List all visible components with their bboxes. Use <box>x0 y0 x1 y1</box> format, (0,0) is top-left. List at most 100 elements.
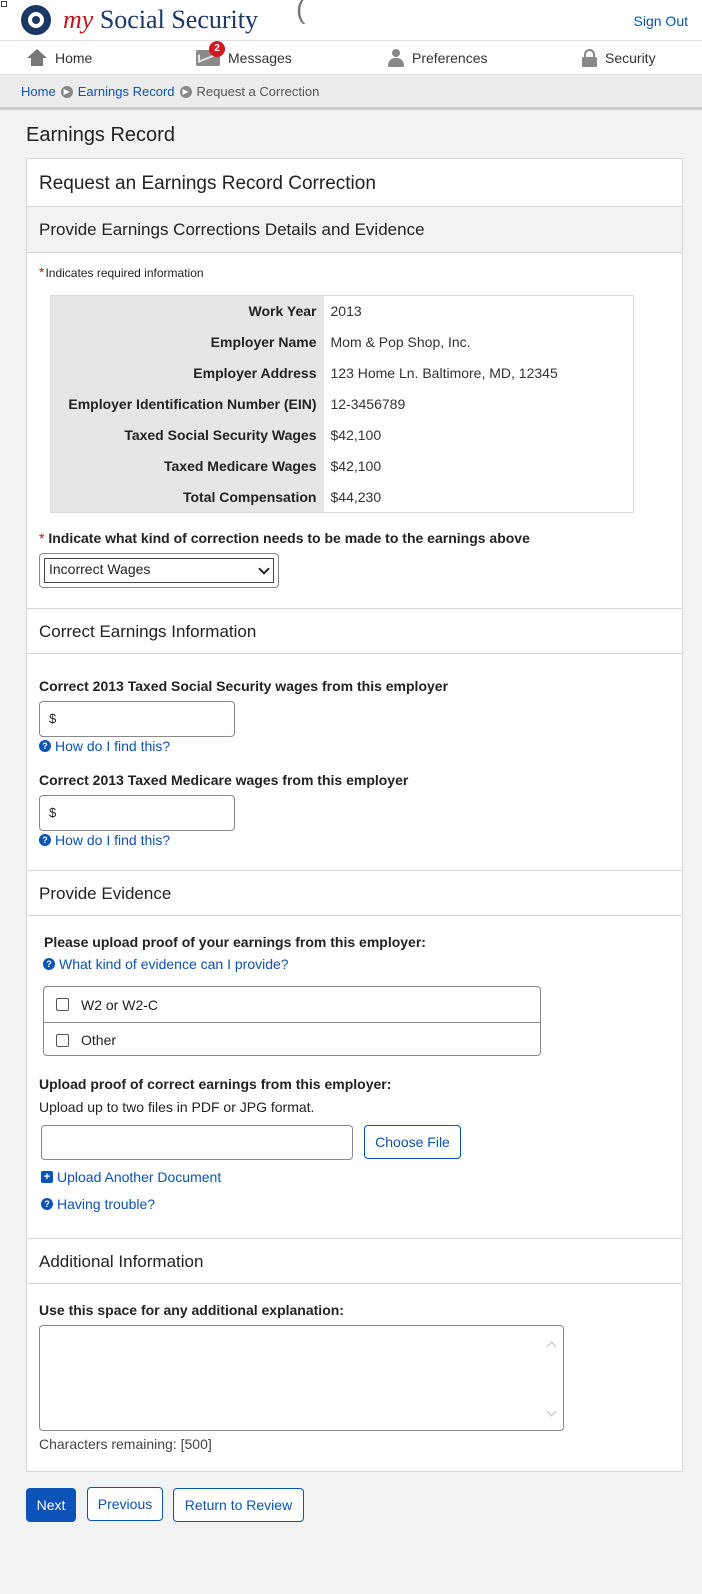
currency-prefix: $ <box>49 805 57 820</box>
row-label: Work Year <box>50 295 324 327</box>
row-value: $42,100 <box>330 458 382 474</box>
previous-button[interactable]: Previous <box>87 1487 163 1521</box>
clipped-header-text: ( <box>296 0 306 24</box>
page-title: Earnings Record <box>26 124 175 146</box>
envelope-icon: 2 <box>196 41 225 66</box>
card-subtitle: Provide Earnings Corrections Details and… <box>27 207 682 253</box>
upload-another-link[interactable]: + Upload Another Document <box>41 1169 221 1185</box>
upload-hint: Upload up to two files in PDF or JPG for… <box>39 1099 315 1115</box>
provide-evidence-heading: Provide Evidence <box>27 870 682 916</box>
breadcrumb-earnings-link[interactable]: Earnings Record <box>78 84 175 99</box>
card-title: Request an Earnings Record Correction <box>27 159 682 207</box>
row-label: Total Compensation <box>50 481 324 513</box>
medicare-wages-label: Correct 2013 Taxed Medicare wages from t… <box>39 772 409 788</box>
correction-type-select-wrapper: Incorrect Wages <box>39 553 279 588</box>
file-name-field[interactable] <box>41 1125 353 1160</box>
checkbox[interactable] <box>56 998 69 1011</box>
person-icon <box>388 49 404 67</box>
row-label: Taxed Social Security Wages <box>50 419 324 451</box>
row-value: Mom & Pop Shop, Inc. <box>330 334 471 350</box>
checkbox[interactable] <box>56 1033 69 1047</box>
help-link-text: What kind of evidence can I provide? <box>59 956 289 972</box>
row-value: $44,230 <box>330 488 382 505</box>
row-value: 2013 <box>330 303 362 320</box>
evidence-help-link[interactable]: ? What kind of evidence can I provide? <box>43 956 289 972</box>
having-trouble-text: Having trouble? <box>57 1196 156 1212</box>
table-row: Employer Address 123 Home Ln. Baltimore, … <box>50 357 634 389</box>
table-row: Total Compensation $44,230 <box>50 481 634 513</box>
question-circle-icon: ? <box>39 834 51 846</box>
option-label: W2 or W2-C <box>81 996 158 1013</box>
required-star: * <box>39 264 45 280</box>
site-brand[interactable]: my Social Security <box>63 5 258 35</box>
earnings-info-table: Work Year 2013 Employer Name Mom & Pop Sho… <box>50 295 634 513</box>
upload-another-text: Upload Another Document <box>57 1169 222 1185</box>
characters-remaining: Characters remaining: [500] <box>39 1436 212 1452</box>
additional-explanation-label: Use this space for any additional explan… <box>39 1302 344 1318</box>
choose-file-button[interactable]: Choose File <box>364 1125 461 1159</box>
sign-out-link[interactable]: Sign Out <box>634 13 688 29</box>
nav-home-label: Home <box>55 50 93 66</box>
brand-name: Social Security <box>99 5 258 34</box>
additional-info-heading: Additional Information <box>27 1238 682 1284</box>
nav-item-security[interactable]: Security <box>582 41 656 75</box>
row-value: 12-3456789 <box>330 396 406 412</box>
evidence-option-w2[interactable]: W2 or W2-C <box>44 987 540 1022</box>
evidence-option-other[interactable]: Other <box>44 1022 540 1057</box>
correction-type-value: Incorrect Wages <box>49 561 151 577</box>
table-row: Taxed Medicare Wages $42,100 <box>50 450 634 482</box>
plus-square-icon: + <box>41 1171 53 1183</box>
additional-explanation-textarea[interactable] <box>39 1325 564 1431</box>
correction-form-card: Request an Earnings Record Correction Pr… <box>26 158 683 1472</box>
nav-item-preferences[interactable]: Preferences <box>388 41 487 75</box>
table-row: Taxed Social Security Wages $42,100 <box>50 419 634 451</box>
ss-wages-help-link[interactable]: ? How do I find this? <box>39 738 170 754</box>
scroll-up-icon[interactable] <box>546 1341 557 1352</box>
breadcrumb: Home ▶ Earnings Record ▶ Request a Corre… <box>0 76 702 110</box>
required-star: * <box>39 530 45 546</box>
row-label: Employer Identification Number (EIN) <box>50 388 324 420</box>
window-corner-icon <box>1 1 7 7</box>
row-value: 123 Home Ln. Baltimore, MD, 12345 <box>330 365 558 381</box>
correct-earnings-heading: Correct Earnings Information <box>27 608 682 654</box>
breadcrumb-home-link[interactable]: Home <box>21 84 56 99</box>
messages-count-badge: 2 <box>209 41 225 57</box>
row-label: Employer Name <box>50 326 324 358</box>
correction-type-text: Indicate what kind of correction needs t… <box>48 530 530 546</box>
home-icon <box>27 49 47 67</box>
ssa-seal-logo[interactable] <box>21 5 51 35</box>
nav-item-home[interactable]: Home <box>27 41 92 75</box>
scroll-down-icon[interactable] <box>546 1406 557 1417</box>
help-link-text: How do I find this? <box>55 738 171 754</box>
main-nav: Home 2 Messages Preferences Security <box>0 40 702 75</box>
having-trouble-link[interactable]: ? Having trouble? <box>41 1196 155 1212</box>
ss-wages-input[interactable]: $ <box>39 701 235 737</box>
lock-icon <box>582 49 597 67</box>
medicare-wages-input[interactable]: $ <box>39 795 235 831</box>
correction-type-label: * Indicate what kind of correction needs… <box>39 530 530 546</box>
required-info-note: *Indicates required information <box>39 264 204 280</box>
chevron-down-icon <box>258 563 270 575</box>
correction-type-select[interactable]: Incorrect Wages <box>44 558 274 583</box>
brand-my: my <box>63 5 94 34</box>
next-button[interactable]: Next <box>26 1488 76 1522</box>
chevron-right-icon: ▶ <box>60 85 73 98</box>
return-to-review-button[interactable]: Return to Review <box>173 1488 304 1522</box>
nav-messages-label: Messages <box>228 50 292 66</box>
upload-label: Upload proof of correct earnings from th… <box>39 1076 392 1092</box>
evidence-prompt: Please upload proof of your earnings fro… <box>44 934 426 950</box>
site-header: my Social Security ( Sign Out <box>0 0 702 40</box>
table-row: Employer Identification Number (EIN) 12-3… <box>50 388 634 420</box>
nav-item-messages[interactable]: 2 Messages <box>196 41 292 75</box>
row-label: Employer Address <box>50 357 324 389</box>
row-value: $42,100 <box>330 427 382 443</box>
medicare-wages-help-link[interactable]: ? How do I find this? <box>39 832 170 848</box>
currency-prefix: $ <box>49 711 57 726</box>
evidence-checkbox-group: W2 or W2-C Other <box>43 986 541 1056</box>
question-circle-icon: ? <box>39 740 51 752</box>
nav-security-label: Security <box>605 50 656 66</box>
breadcrumb-current: Request a Correction <box>196 84 320 99</box>
nav-preferences-label: Preferences <box>412 50 488 66</box>
ss-wages-label: Correct 2013 Taxed Social Security wages… <box>39 678 449 694</box>
table-row: Work Year 2013 <box>50 295 634 327</box>
